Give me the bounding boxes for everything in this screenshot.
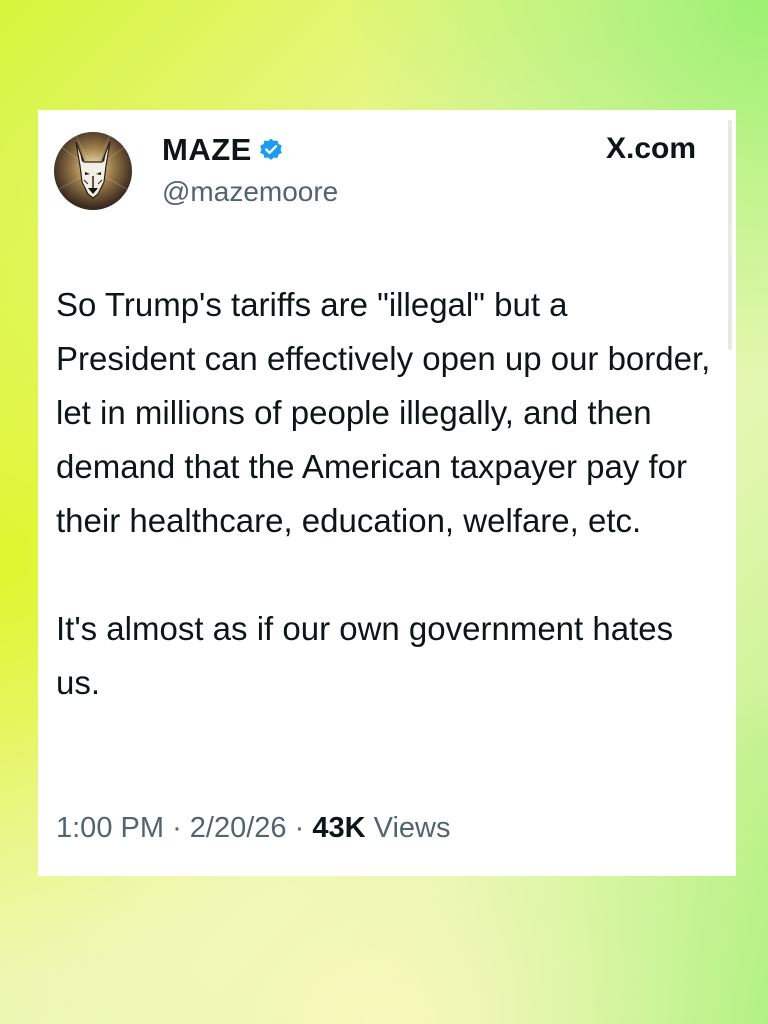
author-row: MAZE: [162, 130, 284, 170]
avatar[interactable]: [54, 132, 132, 210]
views-count: 43K: [312, 812, 366, 844]
tweet-date[interactable]: 2/20/26: [190, 812, 287, 844]
tweet-text: So Trump's tariffs are "illegal" but a P…: [56, 278, 716, 710]
meta-separator: ·: [294, 812, 305, 844]
source-label: X.com: [605, 132, 696, 165]
verified-badge-icon: [258, 137, 284, 163]
dog-head-avatar-icon: [54, 132, 132, 199]
author-handle[interactable]: @mazemoore: [162, 176, 338, 208]
tweet-time[interactable]: 1:00 PM: [56, 812, 164, 844]
scrollbar[interactable]: [728, 120, 732, 350]
tweet-paragraph: It's almost as if our own government hat…: [56, 610, 674, 701]
tweet-paragraph: So Trump's tariffs are "illegal" but a P…: [56, 286, 711, 539]
views-label: Views: [373, 812, 451, 844]
tweet-meta: 1:00 PM · 2/20/26 · 43K Views: [56, 812, 450, 845]
meta-separator: ·: [172, 812, 182, 844]
author-name[interactable]: MAZE: [162, 132, 252, 168]
tweet-card: MAZE @mazemoore X.com So Trump's tariffs…: [38, 110, 736, 876]
